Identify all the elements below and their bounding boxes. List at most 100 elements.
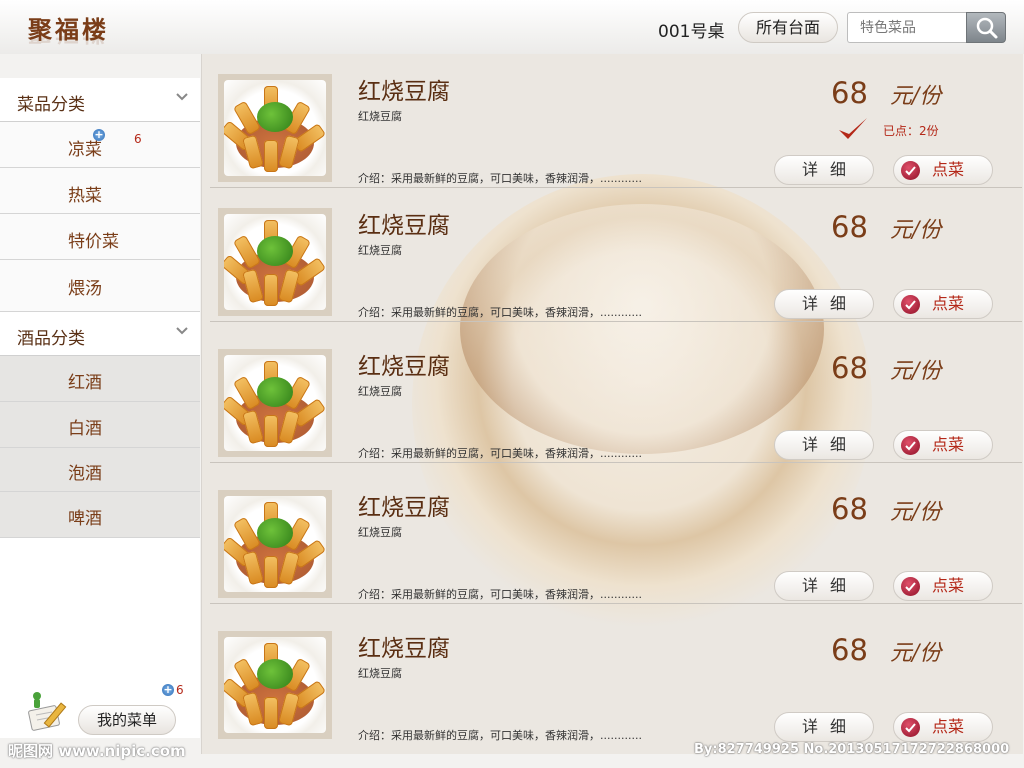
sidebar-item-cold-dishes[interactable]: 凉菜 + 6 — [0, 122, 200, 168]
dish-description: 介绍：采用最新鲜的豆腐，可口美味，香辣润滑，............ — [358, 172, 642, 185]
checkmark-icon — [839, 118, 867, 139]
dish-subtitle: 红烧豆腐 — [358, 244, 402, 257]
dish-unit: 元/份 — [890, 359, 942, 384]
dish-unit: 元/份 — [890, 218, 942, 243]
order-dot-icon — [901, 295, 920, 314]
tofu-piece — [264, 274, 278, 306]
header-bar: 聚福楼 聚福楼 001号桌 所有台面 — [0, 0, 1024, 54]
dish-unit: 元/份 — [890, 500, 942, 525]
detail-button[interactable]: 详细 — [774, 155, 874, 185]
sidebar-item-label: 煨汤 — [68, 279, 102, 299]
dish-price: 68 — [831, 492, 868, 526]
order-button[interactable]: 点菜 — [893, 430, 993, 460]
logo-reflection: 聚福楼 — [28, 36, 109, 52]
dish-description: 介绍：采用最新鲜的豆腐，可口美味，香辣润滑，............ — [358, 306, 642, 319]
dish-subtitle: 红烧豆腐 — [358, 526, 402, 539]
my-menu-button[interactable]: 我的菜单 — [78, 705, 176, 735]
dish-photo — [224, 80, 326, 176]
all-tables-button[interactable]: 所有台面 — [738, 12, 838, 43]
chevron-down-icon — [176, 327, 188, 335]
dish-photo — [224, 637, 326, 733]
dish-price: 68 — [831, 210, 868, 244]
sidebar-item-hot-dishes[interactable]: 热菜 — [0, 168, 200, 214]
sidebar-item-beer[interactable]: 啤酒 — [0, 492, 200, 538]
dish-row[interactable]: 红烧豆腐 红烧豆腐 介绍：采用最新鲜的豆腐，可口美味，香辣润滑，..........… — [210, 470, 1022, 604]
sidebar-item-infused-liquor[interactable]: 泡酒 — [0, 448, 200, 492]
dish-greens — [257, 377, 293, 407]
dish-greens — [257, 518, 293, 548]
dish-greens — [257, 659, 293, 689]
sidebar-item-label: 红酒 — [68, 373, 102, 393]
sidebar: 菜品分类 凉菜 + 6 热菜 特价菜 煨汤 酒品分类 红酒 白酒 泡酒 啤酒 — [0, 78, 200, 738]
tofu-piece — [264, 697, 278, 729]
dish-thumbnail[interactable] — [218, 349, 332, 457]
watermark-left: 昵图网 www.nipic.com — [8, 742, 186, 760]
detail-button[interactable]: 详细 — [774, 712, 874, 742]
wine-category-header[interactable]: 酒品分类 — [0, 312, 200, 356]
plus-badge-icon: + — [162, 683, 174, 696]
dish-price: 68 — [831, 76, 868, 110]
tofu-piece — [264, 556, 278, 588]
dish-subtitle: 红烧豆腐 — [358, 110, 402, 123]
dish-name: 红烧豆腐 — [358, 354, 450, 380]
dish-price: 68 — [831, 351, 868, 385]
order-button[interactable]: 点菜 — [893, 712, 993, 742]
dish-thumbnail[interactable] — [218, 490, 332, 598]
order-button[interactable]: 点菜 — [893, 289, 993, 319]
dish-name: 红烧豆腐 — [358, 213, 450, 239]
my-menu-count: 6 — [176, 683, 184, 697]
detail-button[interactable]: 详细 — [774, 289, 874, 319]
order-dot-icon — [901, 577, 920, 596]
sidebar-item-soup[interactable]: 煨汤 — [0, 260, 200, 312]
wine-category-label: 酒品分类 — [17, 329, 85, 349]
search-icon — [976, 17, 998, 39]
dish-category-header[interactable]: 菜品分类 — [0, 78, 200, 122]
search-input[interactable] — [847, 12, 967, 43]
chevron-down-icon — [176, 93, 188, 101]
dish-description: 介绍：采用最新鲜的豆腐，可口美味，香辣润滑，............ — [358, 588, 642, 601]
order-dot-icon — [901, 718, 920, 737]
order-button[interactable]: 点菜 — [893, 155, 993, 185]
dish-photo — [224, 496, 326, 592]
dish-thumbnail[interactable] — [218, 74, 332, 182]
dish-photo — [224, 214, 326, 310]
dish-row[interactable]: 红烧豆腐 红烧豆腐 介绍：采用最新鲜的豆腐，可口美味，香辣润滑，..........… — [210, 329, 1022, 463]
sidebar-item-label: 泡酒 — [68, 464, 102, 484]
ordered-count: 已点：2份 — [883, 124, 939, 138]
dish-thumbnail[interactable] — [218, 631, 332, 739]
dish-description: 介绍：采用最新鲜的豆腐，可口美味，香辣润滑，............ — [358, 447, 642, 460]
dish-name: 红烧豆腐 — [358, 495, 450, 521]
sidebar-item-special-dishes[interactable]: 特价菜 — [0, 214, 200, 260]
detail-button[interactable]: 详细 — [774, 571, 874, 601]
dish-unit: 元/份 — [890, 84, 942, 109]
sidebar-item-label: 白酒 — [68, 419, 102, 439]
dish-unit: 元/份 — [890, 641, 942, 666]
dish-category-label: 菜品分类 — [17, 95, 85, 115]
dish-greens — [257, 236, 293, 266]
dish-price: 68 — [831, 633, 868, 667]
dish-description: 介绍：采用最新鲜的豆腐，可口美味，香辣润滑，............ — [358, 729, 642, 742]
dish-thumbnail[interactable] — [218, 208, 332, 316]
sidebar-item-label: 热菜 — [68, 186, 102, 206]
sidebar-item-white-liquor[interactable]: 白酒 — [0, 402, 200, 448]
dish-row[interactable]: 红烧豆腐 红烧豆腐 介绍：采用最新鲜的豆腐，可口美味，香辣润滑，..........… — [210, 188, 1022, 322]
table-number: 001号桌 — [658, 22, 725, 42]
dish-list-panel[interactable]: 红烧豆腐 红烧豆腐 介绍：采用最新鲜的豆腐，可口美味，香辣润滑，..........… — [201, 54, 1023, 754]
tofu-piece — [264, 140, 278, 172]
dish-greens — [257, 102, 293, 132]
search-button[interactable] — [966, 12, 1006, 43]
dish-subtitle: 红烧豆腐 — [358, 385, 402, 398]
dish-row[interactable]: 红烧豆腐 红烧豆腐 介绍：采用最新鲜的豆腐，可口美味，香辣润滑，..........… — [210, 611, 1022, 745]
detail-button[interactable]: 详细 — [774, 430, 874, 460]
cold-dishes-count: 6 — [134, 132, 142, 146]
order-button[interactable]: 点菜 — [893, 571, 993, 601]
dish-photo — [224, 355, 326, 451]
sidebar-item-label: 特价菜 — [68, 232, 119, 252]
menu-pencil-icon — [28, 692, 67, 731]
plus-badge-icon: + — [93, 128, 105, 141]
dish-row[interactable]: 红烧豆腐 红烧豆腐 介绍：采用最新鲜的豆腐，可口美味，香辣润滑，..........… — [210, 54, 1022, 188]
order-dot-icon — [901, 436, 920, 455]
sidebar-item-label: 啤酒 — [68, 509, 102, 529]
dish-subtitle: 红烧豆腐 — [358, 667, 402, 680]
sidebar-item-red-wine[interactable]: 红酒 — [0, 356, 200, 402]
